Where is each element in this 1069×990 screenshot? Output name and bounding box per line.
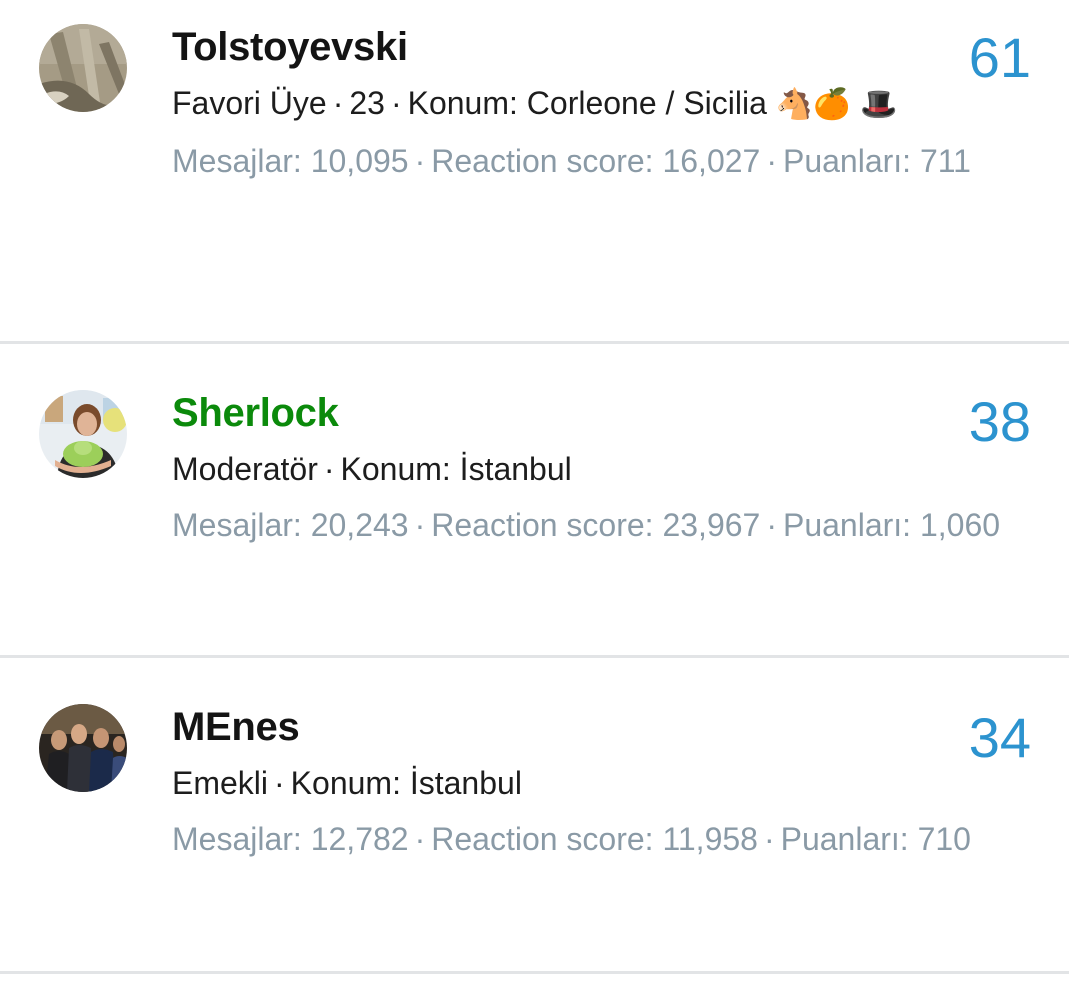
avatar[interactable] [39, 704, 127, 792]
location-label: Konum: [407, 85, 518, 121]
points-label: Puanları: [780, 821, 909, 857]
member-score[interactable]: 38 [969, 392, 1031, 452]
reaction-score: 11,958 [662, 821, 758, 857]
member-role: Moderatör [172, 451, 318, 487]
member-stats: Mesajlar: 12,782 · Reaction score: 11,958 ·… [172, 810, 1002, 869]
list-item: MEnes Emekli · Konum: İstanbul Mesajlar: 1… [0, 658, 1069, 974]
messages-label: Mesajlar: [172, 821, 302, 857]
username-link[interactable]: Sherlock [172, 388, 1002, 438]
username-link[interactable]: Tolstoyevski [172, 22, 1002, 72]
reaction-label: Reaction score: [431, 821, 654, 857]
separator: · [414, 507, 426, 543]
avatar[interactable] [39, 24, 127, 112]
separator: · [763, 821, 775, 857]
separator: · [274, 765, 285, 801]
separator: · [332, 85, 344, 121]
reaction-score: 23,967 [662, 507, 761, 543]
member-info: Tolstoyevski Favori Üye · 23 · Konum: Corleo… [172, 22, 1002, 191]
separator: · [414, 821, 426, 857]
reaction-label: Reaction score: [431, 143, 654, 179]
messages-label: Mesajlar: [172, 143, 302, 179]
separator: · [323, 451, 335, 487]
reaction-label: Reaction score: [431, 507, 654, 543]
member-score[interactable]: 61 [969, 28, 1031, 88]
member-info: MEnes Emekli · Konum: İstanbul Mesajlar: 1… [172, 702, 1002, 869]
member-stats: Mesajlar: 10,095 · Reaction score: 16,027 ·… [172, 132, 1002, 191]
location-link[interactable]: İstanbul [410, 765, 522, 801]
member-role: Emekli [172, 765, 269, 801]
member-blurb: Moderatör · Konum: İstanbul [172, 442, 932, 496]
messages-count: 10,095 [310, 143, 409, 179]
messages-count: 12,782 [310, 821, 409, 857]
member-list: Tolstoyevski Favori Üye · 23 · Konum: Corleo… [0, 0, 1069, 990]
avatar-image [39, 704, 127, 792]
location-emoji: 🐴🍊 🎩 [775, 87, 898, 122]
separator: · [390, 85, 402, 121]
separator: · [766, 143, 777, 179]
location-link[interactable]: İstanbul [460, 451, 572, 487]
location-link[interactable]: Corleone / Sicilia [527, 85, 767, 121]
avatar-image [39, 24, 127, 112]
messages-count: 20,243 [310, 507, 409, 543]
username-link[interactable]: MEnes [172, 702, 1002, 752]
member-age: 23 [349, 85, 385, 121]
messages-label: Mesajlar: [172, 507, 302, 543]
member-role: Favori Üye [172, 85, 327, 121]
member-stats: Mesajlar: 20,243 · Reaction score: 23,967 ·… [172, 496, 1002, 555]
points-label: Puanları: [782, 143, 912, 179]
member-blurb: Favori Üye · 23 · Konum: Corleone / Sicilia … [172, 76, 932, 132]
member-info: Sherlock Moderatör · Konum: İstanbul Mesaj… [172, 388, 1002, 555]
points-label: Puanları: [782, 507, 912, 543]
list-item: Sherlock Moderatör · Konum: İstanbul Mesaj… [0, 344, 1069, 658]
location-label: Konum: [290, 765, 401, 801]
separator: · [766, 507, 777, 543]
location-label: Konum: [340, 451, 451, 487]
member-score[interactable]: 34 [969, 708, 1031, 768]
reaction-score: 16,027 [662, 143, 761, 179]
list-item: Tolstoyevski Favori Üye · 23 · Konum: Corleo… [0, 0, 1069, 344]
avatar[interactable] [39, 390, 127, 478]
avatar-image [39, 390, 127, 478]
member-blurb: Emekli · Konum: İstanbul [172, 756, 932, 810]
separator: · [414, 143, 426, 179]
points-count: 1,060 [919, 507, 1001, 543]
points-count: 711 [919, 143, 971, 179]
points-count: 710 [917, 821, 971, 857]
